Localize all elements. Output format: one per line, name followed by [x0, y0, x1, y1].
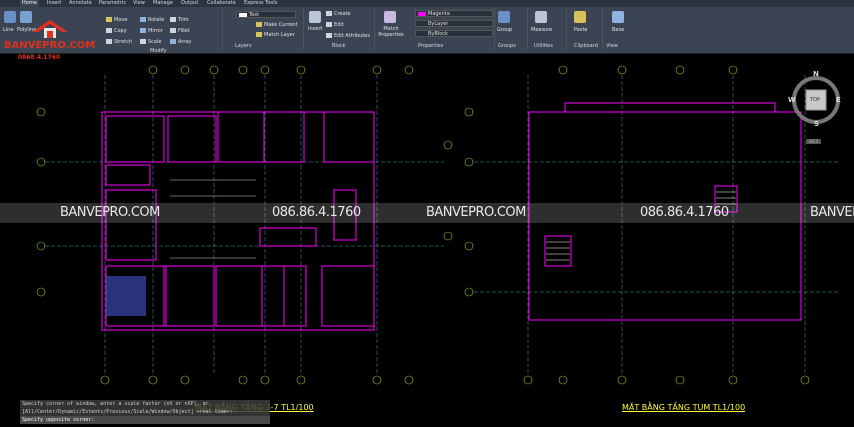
command-prompt[interactable]: Specify opposite corner:	[20, 416, 270, 424]
separator	[566, 8, 567, 50]
base-view-icon[interactable]	[612, 11, 624, 23]
command-line[interactable]: Specify corner of window, enter a scale …	[20, 400, 270, 424]
separator	[303, 8, 304, 50]
edit-attributes-button[interactable]: Edit Attributes	[326, 33, 370, 39]
layer-dropdown[interactable]: Text	[236, 11, 296, 18]
match-properties-icon[interactable]	[384, 11, 396, 23]
command-history-line: Specify corner of window, enter a scale …	[20, 400, 270, 408]
edit-block-button[interactable]: Edit	[326, 22, 344, 28]
ribbon: Home Insert Annotate Parametric View Man…	[0, 0, 854, 54]
edit-attributes-icon	[326, 33, 332, 38]
paste-button[interactable]: Paste	[574, 27, 588, 33]
copy-button[interactable]: Copy	[106, 28, 127, 34]
separator	[494, 8, 495, 50]
groups-panel-title[interactable]: Groups	[498, 43, 516, 49]
color-dropdown[interactable]: Magenta	[415, 10, 493, 17]
separator	[602, 8, 603, 50]
match-layer-icon	[256, 32, 262, 37]
make-current-icon	[256, 22, 262, 27]
mirror-button[interactable]: Mirror	[140, 28, 163, 34]
viewcube[interactable]: N S E W TOP	[788, 70, 842, 134]
mirror-icon	[140, 28, 146, 33]
tab-parametric[interactable]: Parametric	[97, 0, 128, 7]
utilities-panel-title[interactable]: Utilities	[534, 43, 553, 49]
watermark-site: BANVEPRO.COM	[60, 205, 160, 220]
color-swatch	[418, 12, 426, 16]
clipboard-panel-title[interactable]: Clipboard	[574, 43, 598, 49]
tab-output[interactable]: Output	[179, 0, 200, 7]
watermark-phone: 086.86.4.1760	[272, 205, 361, 220]
match-layer-button[interactable]: Match Layer	[256, 32, 295, 38]
ribbon-tabs: Home Insert Annotate Parametric View Man…	[0, 0, 854, 7]
properties-panel-title[interactable]: Properties	[418, 43, 443, 49]
viewcube-top-face[interactable]: TOP	[810, 97, 820, 103]
insert-icon[interactable]	[309, 11, 321, 23]
fillet-icon	[170, 28, 176, 33]
separator	[527, 8, 528, 50]
trim-icon	[170, 17, 176, 22]
separator	[374, 8, 375, 50]
brand-name: BANVEPRO.COM	[4, 40, 96, 51]
array-icon	[170, 39, 176, 44]
linetype-dropdown[interactable]: ByLayer	[415, 20, 493, 27]
layers-panel-title[interactable]: Layers	[235, 43, 252, 49]
group-icon[interactable]	[498, 11, 510, 23]
tab-express-tools[interactable]: Express Tools	[242, 0, 279, 7]
edit-block-icon	[326, 22, 332, 27]
watermark-site: BANVEPRO.COM	[810, 205, 854, 220]
layer-color-swatch	[239, 13, 247, 17]
array-button[interactable]: Array	[170, 39, 191, 45]
paste-icon[interactable]	[574, 11, 586, 23]
viewcube-west[interactable]: W	[788, 96, 796, 104]
drawing-canvas[interactable]	[0, 53, 854, 427]
viewcube-east[interactable]: E	[836, 96, 841, 104]
measure-icon[interactable]	[535, 11, 547, 23]
tab-annotate[interactable]: Annotate	[67, 0, 94, 7]
copy-icon	[106, 28, 112, 33]
make-current-button[interactable]: Make Current	[256, 22, 298, 28]
scale-icon	[140, 39, 146, 44]
rotate-icon	[140, 17, 146, 22]
base-button[interactable]: Base	[612, 27, 624, 33]
right-grid-bubbles	[464, 65, 810, 385]
watermark-site: BANVEPRO.COM	[426, 205, 526, 220]
viewcube-south[interactable]: S	[814, 120, 819, 128]
view-panel-title[interactable]: View	[606, 43, 618, 49]
group-button[interactable]: Group	[497, 27, 512, 33]
viewcube-north[interactable]: N	[813, 70, 819, 78]
tab-view[interactable]: View	[131, 0, 147, 7]
command-history-line: [All/Center/Dynamic/Extents/Previous/Sca…	[20, 408, 270, 416]
tab-home[interactable]: Home	[20, 0, 39, 7]
tab-manage[interactable]: Manage	[151, 0, 175, 7]
stretch-icon	[106, 39, 112, 44]
scale-button[interactable]: Scale	[140, 39, 161, 45]
wcs-menu[interactable]: WCS	[806, 139, 822, 144]
match-properties-button[interactable]: Match Properties	[378, 26, 404, 38]
left-plan-furniture	[106, 276, 146, 316]
rotate-button[interactable]: Rotate	[140, 17, 164, 23]
create-block-button[interactable]: Create	[326, 11, 351, 17]
stretch-button[interactable]: Stretch	[106, 39, 132, 45]
trim-button[interactable]: Trim	[170, 17, 189, 23]
block-panel-title[interactable]: Block	[332, 43, 346, 49]
right-plan-title: MẶT BẰNG TẦNG TUM TL1/100	[622, 403, 746, 412]
move-button[interactable]: Move	[106, 17, 127, 23]
tab-insert[interactable]: Insert	[45, 0, 63, 7]
left-grid-bubbles	[36, 65, 453, 385]
insert-button[interactable]: Insert	[308, 26, 322, 32]
measure-button[interactable]: Measure	[531, 27, 552, 33]
lineweight-dropdown[interactable]: ByBlock	[415, 30, 493, 37]
move-icon	[106, 17, 112, 22]
fillet-button[interactable]: Fillet	[170, 28, 190, 34]
tab-collaborate[interactable]: Collaborate	[205, 0, 238, 7]
watermark-phone: 086.86.4.1760	[640, 205, 729, 220]
separator	[222, 8, 223, 50]
create-block-icon	[326, 11, 332, 16]
